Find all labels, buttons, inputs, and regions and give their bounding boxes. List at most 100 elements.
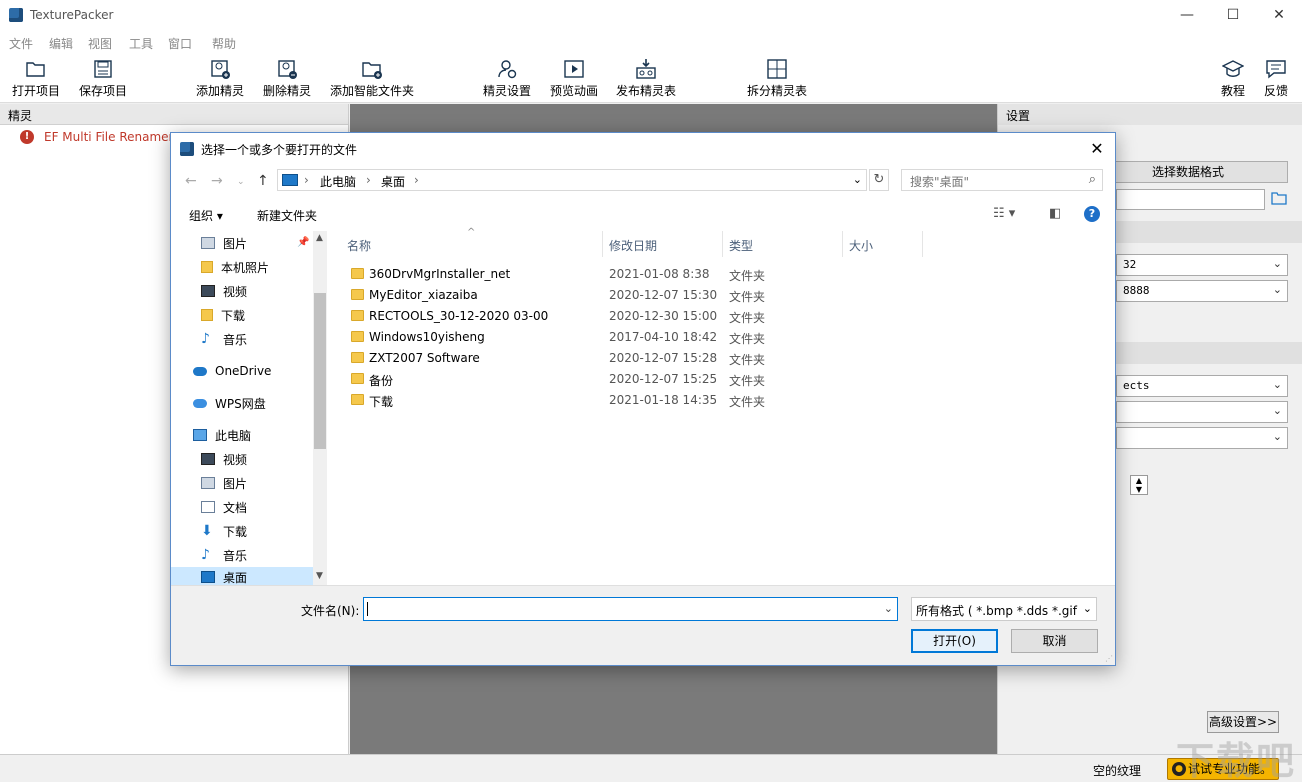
publish-sprite-sheet-button[interactable]: 发布精灵表 <box>614 58 678 102</box>
breadcrumb-desktop[interactable]: 桌面 <box>381 173 405 190</box>
dialog-nav-bar: ← → ⌄ ↑ › 此电脑 › 桌面 › ⌄ ↻ 搜索"桌面" ⌕ <box>171 165 1115 197</box>
folder-icon <box>201 309 213 321</box>
chevron-down-icon: ⌄ <box>1272 378 1282 391</box>
menu-help[interactable]: 帮助 <box>212 35 236 52</box>
new-folder-button[interactable]: 新建文件夹 <box>257 207 317 224</box>
nav-item-music[interactable]: ♪ 音乐 <box>201 329 247 349</box>
file-row[interactable]: ZXT2007 Software 2020-12-07 15:28 文件夹 <box>347 348 787 369</box>
nav-item-pictures[interactable]: 图片 <box>201 473 247 493</box>
folder-icon <box>351 289 364 300</box>
data-file-input[interactable] <box>1116 189 1265 210</box>
file-row[interactable]: RECTOOLS_30-12-2020 03-00 2020-12-30 15:… <box>347 306 787 327</box>
split-sprite-sheet-button[interactable]: 拆分精灵表 <box>745 58 809 102</box>
pin-icon[interactable]: 📌 <box>297 237 309 248</box>
chevron-down-icon[interactable]: ⌄ <box>884 602 893 615</box>
column-header-name[interactable]: 名称 <box>341 231 603 257</box>
menu-window[interactable]: 窗口 <box>168 35 192 52</box>
help-icon[interactable]: ? <box>1084 206 1100 222</box>
recent-chevron-icon[interactable]: ⌄ <box>237 177 245 187</box>
file-type-filter[interactable]: 所有格式 ( *.bmp *.dds *.gif * ⌄ <box>911 597 1097 621</box>
layout-setting-select[interactable]: ects ⌄ <box>1116 375 1288 397</box>
forward-arrow-icon[interactable]: → <box>211 173 223 189</box>
text-cursor <box>367 602 368 616</box>
sprite-item[interactable]: ! EF Multi File Renamer <box>20 128 174 146</box>
preview-animation-button[interactable]: 预览动画 <box>548 58 600 102</box>
chevron-down-icon[interactable]: ⌄ <box>853 173 862 186</box>
nav-item-wps-drive[interactable]: WPS网盘 <box>193 393 266 413</box>
menu-file[interactable]: 文件 <box>9 35 33 52</box>
menu-view[interactable]: 视图 <box>88 35 112 52</box>
add-smart-folder-button[interactable]: 添加智能文件夹 <box>328 58 416 102</box>
nav-item-downloads[interactable]: ⬇ 下载 <box>201 521 247 541</box>
address-bar[interactable]: › 此电脑 › 桌面 › ⌄ <box>277 169 867 191</box>
nav-item-videos[interactable]: 视频 <box>201 281 247 301</box>
file-row[interactable]: 备份 2020-12-07 15:25 文件夹 <box>347 369 787 390</box>
sprite-option-select[interactable]: ⌄ <box>1116 427 1288 449</box>
pc-icon <box>282 174 298 186</box>
publish-icon <box>636 59 656 79</box>
texture-setting-select[interactable]: 32 ⌄ <box>1116 254 1288 276</box>
open-project-button[interactable]: 打开项目 <box>10 58 62 102</box>
up-arrow-icon[interactable]: ↑ <box>257 173 269 189</box>
close-button[interactable]: ✕ <box>1256 0 1302 31</box>
nav-item-music[interactable]: ♪ 音乐 <box>201 545 247 565</box>
cancel-button[interactable]: 取消 <box>1011 629 1098 653</box>
nav-item-desktop[interactable]: 桌面 <box>171 567 313 585</box>
chevron-down-icon: ⌄ <box>1272 404 1282 417</box>
scroll-down-icon[interactable]: ▼ <box>316 571 323 581</box>
column-header-type[interactable]: 类型 <box>723 231 843 257</box>
navigation-pane: 图片 📌 本机照片 视频 下载 ♪ 音乐 OneDrive WPS网盘 此电脑 … <box>171 231 327 585</box>
preview-pane-icon[interactable]: ◧ <box>1049 206 1061 221</box>
app-icon <box>9 8 23 22</box>
desktop-icon <box>201 571 215 583</box>
pictures-icon <box>201 477 215 489</box>
file-row[interactable]: 下载 2021-01-18 14:35 文件夹 <box>347 390 787 411</box>
tutorial-button[interactable]: 教程 <box>1218 58 1248 102</box>
breadcrumb-this-pc[interactable]: 此电脑 <box>320 173 356 190</box>
add-sprite-button[interactable]: 添加精灵 <box>194 58 246 102</box>
dialog-close-button[interactable]: ✕ <box>1085 137 1109 161</box>
layout-option-select[interactable]: ⌄ <box>1116 401 1288 423</box>
nav-item-this-pc[interactable]: 此电脑 <box>193 425 251 445</box>
sprite-item-label: EF Multi File Renamer <box>44 130 174 144</box>
nav-scrollbar[interactable]: ▲ ▼ <box>313 231 327 585</box>
nav-item-pictures[interactable]: 图片 <box>201 233 247 253</box>
view-options-icon[interactable]: ☷ ▾ <box>993 206 1015 221</box>
nav-item-onedrive[interactable]: OneDrive <box>193 361 271 381</box>
nav-item-videos[interactable]: 视频 <box>201 449 247 469</box>
save-project-button[interactable]: 保存项目 <box>77 58 129 102</box>
file-row[interactable]: MyEditor_xiazaiba 2020-12-07 15:30 文件夹 <box>347 285 787 306</box>
maximize-button[interactable]: ☐ <box>1210 0 1256 31</box>
feedback-button[interactable]: 反馈 <box>1261 58 1291 102</box>
menu-tools[interactable]: 工具 <box>129 35 153 52</box>
menu-edit[interactable]: 编辑 <box>49 35 73 52</box>
save-icon <box>94 60 112 78</box>
nav-item-downloads[interactable]: 下载 <box>201 305 245 325</box>
column-header-date[interactable]: 修改日期 <box>603 231 723 257</box>
nav-item-documents[interactable]: 文档 <box>201 497 247 517</box>
column-header-size[interactable]: 大小 <box>843 231 923 257</box>
refresh-button[interactable]: ↻ <box>869 169 889 191</box>
file-row[interactable]: Windows10yisheng 2017-04-10 18:42 文件夹 <box>347 327 787 348</box>
folder-browse-icon[interactable] <box>1271 191 1287 205</box>
sprite-settings-button[interactable]: 精灵设置 <box>481 58 533 102</box>
menu-bar: 文件 编辑 视图 工具 窗口 帮助 <box>0 31 1302 53</box>
minimize-button[interactable]: — <box>1164 0 1210 31</box>
nav-item-local-photos[interactable]: 本机照片 <box>201 257 269 277</box>
add-smart-folder-icon <box>362 62 382 79</box>
pixel-format-select[interactable]: 8888 ⌄ <box>1116 280 1288 302</box>
resize-grip-icon[interactable]: ⋰ <box>1105 654 1113 663</box>
number-stepper[interactable]: ▲ ▼ <box>1130 475 1148 495</box>
search-input[interactable]: 搜索"桌面" ⌕ <box>901 169 1103 191</box>
file-row[interactable]: 360DrvMgrInstaller_net 2021-01-08 8:38 文… <box>347 264 787 285</box>
organize-button[interactable]: 组织 ▾ <box>189 207 223 224</box>
chevron-down-icon: ⌄ <box>1272 283 1282 296</box>
scroll-up-icon[interactable]: ▲ <box>316 233 323 243</box>
remove-sprite-button[interactable]: 删除精灵 <box>261 58 313 102</box>
select-data-format-button[interactable]: 选择数据格式 <box>1088 161 1288 183</box>
filename-input[interactable]: ⌄ <box>363 597 898 621</box>
open-button[interactable]: 打开(O) <box>911 629 998 653</box>
back-arrow-icon[interactable]: ← <box>185 173 197 189</box>
scrollbar-thumb[interactable] <box>314 293 326 449</box>
toolbar: 打开项目 保存项目 添加精灵 删除精灵 添加智能文件夹 精灵设置 预览动画 发布… <box>0 53 1302 103</box>
